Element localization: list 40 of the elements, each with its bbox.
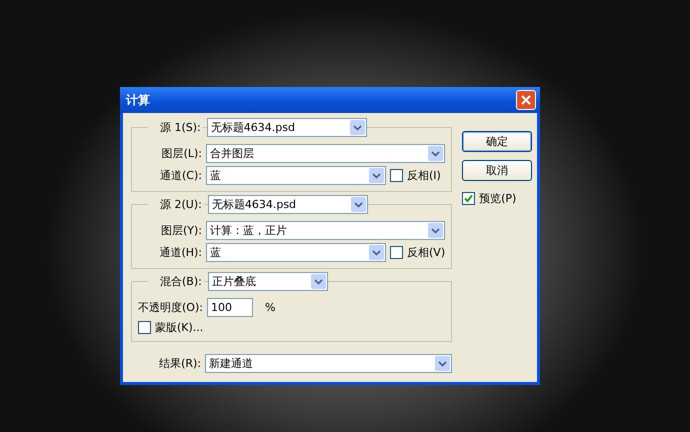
layer-dropdown[interactable]: 合并图层 xyxy=(206,144,446,163)
chevron-icon xyxy=(431,228,440,234)
invert-label: 反相(I) xyxy=(407,168,441,183)
chevron-icon xyxy=(438,360,448,366)
channel-dropdown[interactable]: 蓝 xyxy=(206,243,386,262)
chevron-icon xyxy=(372,250,381,256)
chevron-icon xyxy=(314,278,323,284)
invert-checkbox[interactable] xyxy=(390,246,403,259)
mask-label: 蒙版(K)... xyxy=(155,320,204,335)
source-label: 源 2(U): xyxy=(148,197,204,212)
preview-label: 预览(P) xyxy=(479,191,516,206)
close-icon xyxy=(520,94,532,106)
source-label: 源 1(S): xyxy=(148,120,203,135)
channel-label: 通道(H): xyxy=(158,245,202,260)
ok-button[interactable]: 确定 xyxy=(462,131,532,152)
blend-mode-dropdown[interactable]: 正片叠底 xyxy=(208,272,328,291)
layer-label: 图层(Y): xyxy=(160,223,202,238)
cancel-button[interactable]: 取消 xyxy=(462,160,532,181)
layer-label: 图层(L): xyxy=(160,146,202,161)
chevron-icon xyxy=(372,172,381,178)
opacity-field[interactable]: 100 xyxy=(206,298,253,317)
preview-checkbox[interactable] xyxy=(462,192,476,205)
channel-label: 通道(C): xyxy=(159,168,202,183)
result-dropdown[interactable]: 新建通道 xyxy=(205,354,452,373)
chevron-icon xyxy=(352,124,362,130)
blend-label: 混合(B): xyxy=(148,274,204,289)
chevron-icon xyxy=(431,150,440,156)
chevron-icon xyxy=(354,202,363,208)
invert-checkbox[interactable] xyxy=(390,169,403,182)
file-dropdown[interactable]: 无标题4634.psd xyxy=(208,195,368,214)
close-button[interactable] xyxy=(516,90,536,110)
opacity-label: 不透明度(O): xyxy=(138,300,203,315)
result-label: 结果(R): xyxy=(158,356,201,371)
invert-label: 反相(V) xyxy=(407,245,446,260)
channel-dropdown[interactable]: 蓝 xyxy=(206,166,386,185)
layer-dropdown[interactable]: 计算：蓝，正片 xyxy=(206,221,446,240)
mask-checkbox[interactable] xyxy=(138,321,151,334)
window-title: 计算 xyxy=(126,92,150,108)
percent-unit: % xyxy=(264,301,276,314)
file-dropdown[interactable]: 无标题4634.psd xyxy=(206,118,367,137)
